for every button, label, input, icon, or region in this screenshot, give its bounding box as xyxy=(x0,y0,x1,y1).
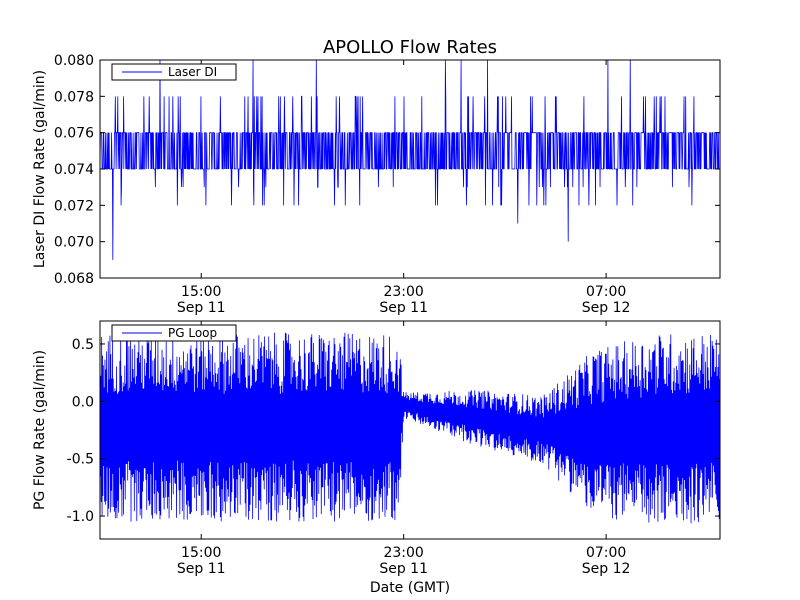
y-tick-label: 0.076 xyxy=(54,126,94,142)
x-tick-label-date: Sep 11 xyxy=(379,300,428,316)
legend-label: Laser DI xyxy=(168,65,217,79)
legend-label: PG Loop xyxy=(168,326,217,340)
y-tick-label: 0.074 xyxy=(54,162,94,178)
y-axis-label: Laser DI Flow Rate (gal/min) xyxy=(32,70,48,268)
chart-title: APOLLO Flow Rates xyxy=(323,37,497,58)
x-tick-label-date: Sep 11 xyxy=(177,561,226,577)
y-tick-label: 0.080 xyxy=(54,53,94,69)
y-tick-label: 0.072 xyxy=(54,198,94,214)
y-tick-label: -0.5 xyxy=(67,452,94,468)
y-tick-label: -1.0 xyxy=(67,509,94,525)
x-tick-label-time: 07:00 xyxy=(586,545,626,561)
y-tick-label: 0.0 xyxy=(72,394,94,410)
x-tick-label-time: 07:00 xyxy=(586,284,626,300)
x-axis-label: Date (GMT) xyxy=(370,580,450,596)
x-tick-label-time: 15:00 xyxy=(181,545,221,561)
x-tick-label-date: Sep 12 xyxy=(582,300,631,316)
x-tick-label-time: 23:00 xyxy=(383,545,423,561)
series-line-laser-di xyxy=(100,60,720,260)
series-line-pg-loop xyxy=(100,332,720,524)
y-tick-label: 0.070 xyxy=(54,235,94,251)
y-tick-label: 0.068 xyxy=(54,271,94,287)
y-axis-label: PG Flow Rate (gal/min) xyxy=(32,350,48,510)
x-tick-label-date: Sep 11 xyxy=(379,561,428,577)
x-tick-label-time: 23:00 xyxy=(383,284,423,300)
x-tick-label-date: Sep 12 xyxy=(582,561,631,577)
x-tick-label-time: 15:00 xyxy=(181,284,221,300)
y-tick-label: 0.078 xyxy=(54,89,94,105)
x-tick-label-date: Sep 11 xyxy=(177,300,226,316)
y-tick-label: 0.5 xyxy=(72,337,94,353)
flow-rates-chart: APOLLO Flow Rates 0.068 0.070 0.072 0.074 0.… xyxy=(32,37,721,596)
